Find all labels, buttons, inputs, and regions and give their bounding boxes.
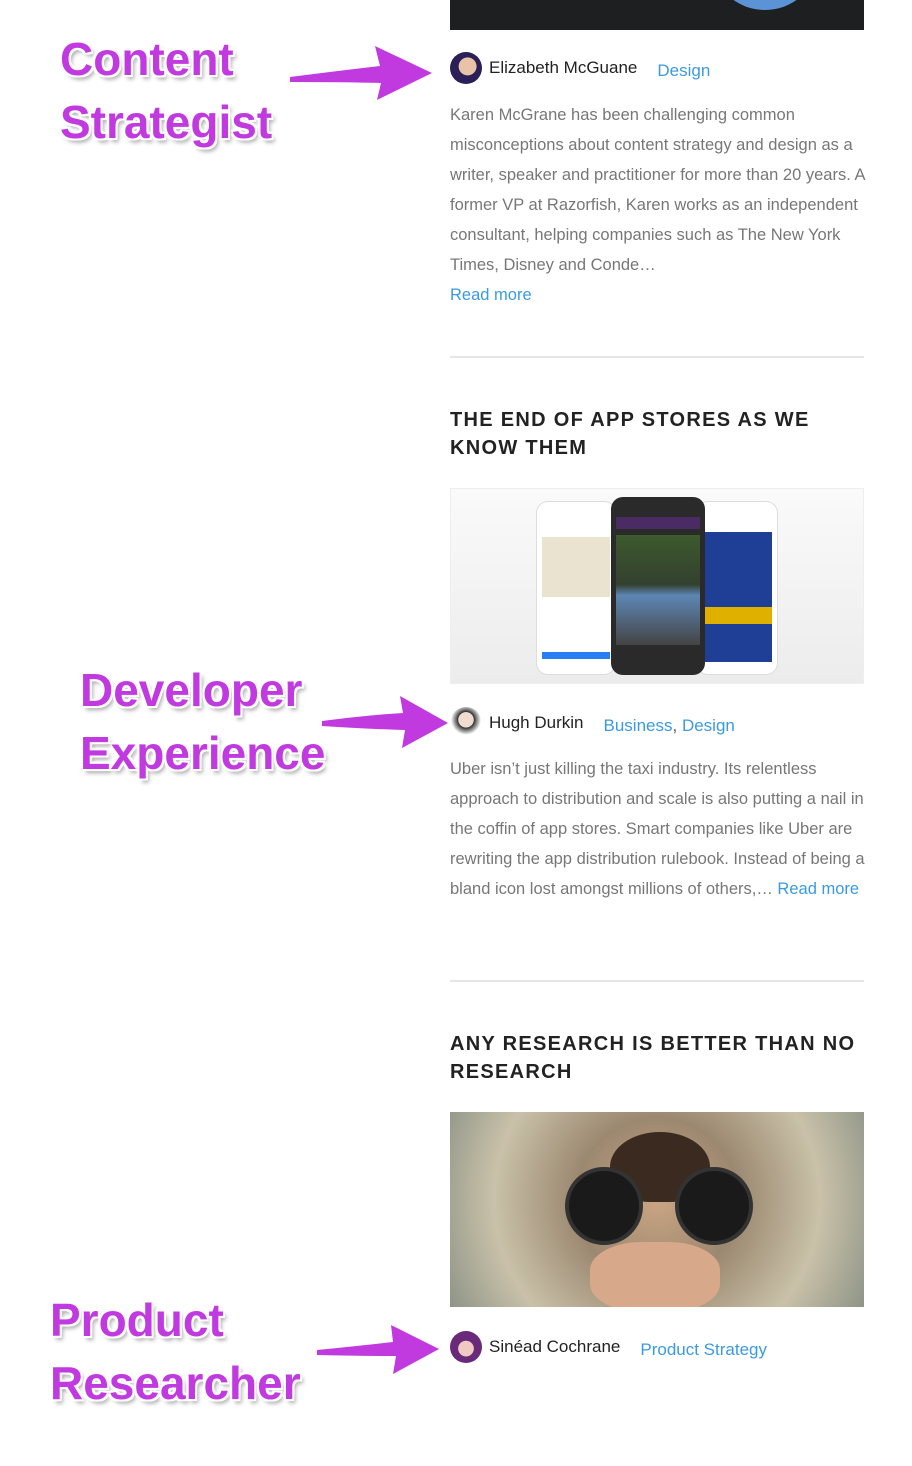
avatar[interactable] — [450, 52, 482, 84]
author-name[interactable]: Hugh Durkin — [489, 713, 584, 733]
avatar[interactable] — [450, 1331, 482, 1363]
category-link[interactable]: Product Strategy — [640, 1340, 767, 1359]
author-name[interactable]: Elizabeth McGuane — [489, 58, 637, 78]
arrow-icon — [290, 46, 432, 100]
read-more-link[interactable]: Read more — [777, 880, 859, 898]
author-row: Sinéad Cochrane Product Strategy — [450, 1330, 767, 1364]
divider — [450, 356, 864, 358]
categories: Business, Design — [604, 716, 735, 736]
article-image[interactable] — [450, 488, 864, 684]
article-image[interactable] — [450, 1112, 864, 1307]
categories: Design — [657, 61, 710, 81]
category-link[interactable]: Design — [682, 716, 735, 735]
annotation-line: Researcher — [50, 1357, 301, 1409]
annotation-line: Strategist — [60, 96, 273, 148]
annotation-line: Product — [50, 1294, 224, 1346]
read-more-link[interactable]: Read more — [450, 286, 532, 304]
annotation-line: Developer — [80, 664, 303, 716]
article-excerpt: Uber isn’t just killing the taxi industr… — [450, 754, 866, 904]
category-link[interactable]: Business — [604, 716, 673, 735]
author-row: Elizabeth McGuane Design — [450, 51, 710, 85]
annotation-label: Developer Experience — [80, 659, 325, 785]
excerpt-text: Karen McGrane has been challenging commo… — [450, 106, 865, 274]
article-title[interactable]: THE END OF APP STORES AS WE KNOW THEM — [450, 406, 870, 462]
article-excerpt: Karen McGrane has been challenging commo… — [450, 100, 866, 310]
annotation-line: Experience — [80, 727, 326, 779]
author-name[interactable]: Sinéad Cochrane — [489, 1337, 620, 1357]
avatar[interactable] — [450, 707, 482, 739]
arrow-icon — [322, 696, 448, 748]
author-row: Hugh Durkin Business, Design — [450, 706, 735, 740]
divider — [450, 980, 864, 982]
annotation-label: Content Strategist — [60, 28, 272, 154]
article-title[interactable]: ANY RESEARCH IS BETTER THAN NO RESEARCH — [450, 1030, 870, 1086]
category-link[interactable]: Design — [657, 61, 710, 80]
categories: Product Strategy — [640, 1340, 767, 1360]
article-image[interactable] — [450, 0, 864, 30]
category-separator: , — [672, 716, 682, 735]
excerpt-text: Uber isn’t just killing the taxi industr… — [450, 760, 865, 898]
annotation-line: Content — [60, 33, 234, 85]
annotation-label: Product Researcher — [50, 1289, 301, 1415]
arrow-icon — [317, 1325, 439, 1374]
